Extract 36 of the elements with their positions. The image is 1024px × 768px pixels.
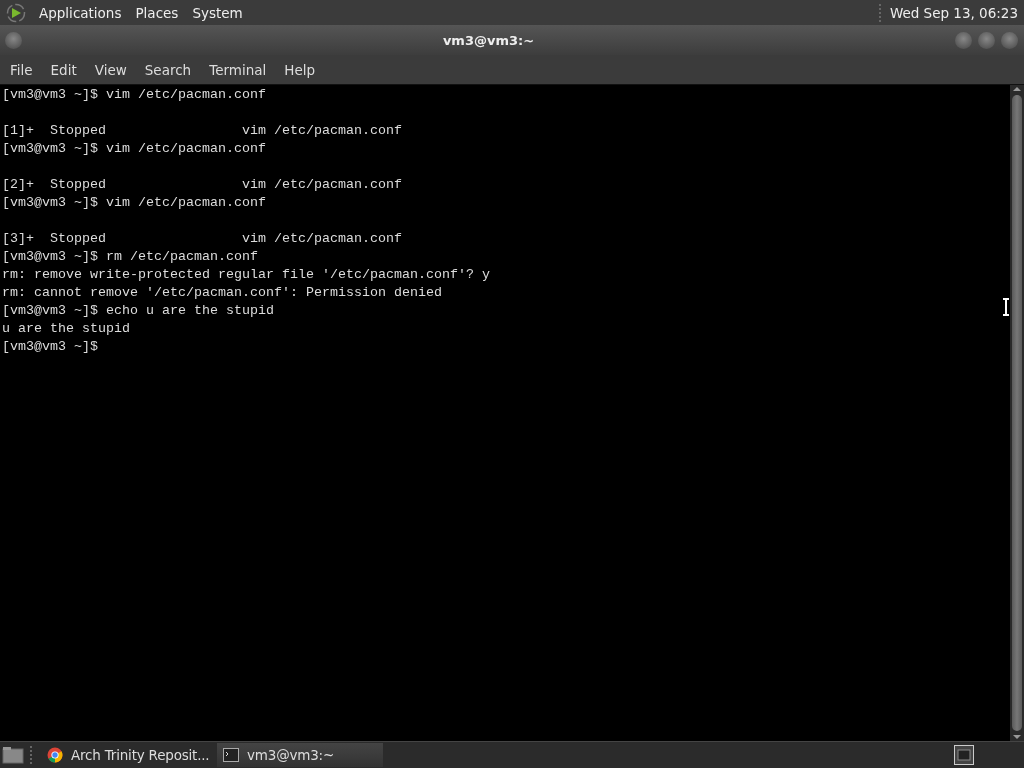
terminal-line: [vm3@vm3 ~]$ vim /etc/pacman.conf — [2, 194, 266, 212]
menu-item[interactable]: View — [87, 61, 134, 78]
menu-item[interactable]: Edit — [43, 61, 84, 78]
terminal-icon — [223, 747, 239, 763]
browser-icon — [47, 747, 63, 763]
menu-item[interactable]: Help — [277, 61, 323, 78]
window-title: vm3@vm3:~ — [441, 32, 536, 48]
panel-menu[interactable]: Applications — [32, 4, 129, 21]
terminal-line: [3]+ Stopped vim /etc/pacman.conf — [2, 230, 402, 248]
terminal-line: rm: remove write-protected regular file '/etc/pacman.conf'? y — [2, 266, 490, 284]
taskbar-button[interactable]: Arch Trinity Reposit... — [41, 743, 213, 767]
menu-item[interactable]: File — [3, 61, 40, 78]
terminal-line: [vm3@vm3 ~]$ vim /etc/pacman.conf — [2, 140, 266, 158]
scrollbar[interactable] — [1010, 85, 1024, 741]
terminal-line: [vm3@vm3 ~]$ — [2, 338, 98, 356]
terminal-line: [vm3@vm3 ~]$ vim /etc/pacman.conf — [2, 86, 266, 104]
terminal-line: rm: cannot remove '/etc/pacman.conf': Permission denied — [2, 284, 442, 302]
menu-item[interactable]: Search — [137, 61, 199, 78]
text-cursor-icon — [1001, 298, 1011, 316]
menu-item[interactable]: Terminal — [202, 61, 274, 78]
panel-menu[interactable]: System — [185, 4, 250, 21]
maximize-button[interactable] — [978, 31, 995, 49]
terminal-line: [2]+ Stopped vim /etc/pacman.conf — [2, 176, 402, 194]
logo-icon[interactable] — [6, 2, 26, 23]
minimize-button[interactable] — [955, 31, 972, 49]
terminal-icon[interactable] — [954, 745, 974, 765]
window-menu-button[interactable] — [5, 31, 22, 49]
close-button[interactable] — [1001, 31, 1018, 49]
terminal-line: [1]+ Stopped vim /etc/pacman.conf — [2, 122, 402, 140]
show-desktop-icon[interactable] — [2, 746, 24, 764]
terminal-line: u are the stupid — [2, 320, 130, 338]
panel-menu[interactable]: Places — [128, 4, 186, 21]
taskbar-button[interactable]: vm3@vm3:~ — [217, 743, 383, 767]
terminal-line: [vm3@vm3 ~]$ echo u are the stupid — [2, 302, 274, 320]
terminal-line: [vm3@vm3 ~]$ rm /etc/pacman.conf — [2, 248, 258, 266]
clock[interactable]: Wed Sep 13, 06:23 — [889, 4, 1024, 21]
